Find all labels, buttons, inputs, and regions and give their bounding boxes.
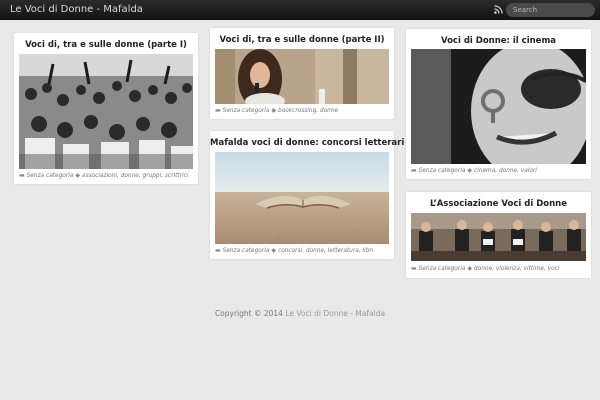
post-meta: ▬ Senza categoria ◆ cinema, donne, valor… [411, 167, 537, 174]
footer-site-link[interactable]: Le Voci di Donne - Mafalda [285, 309, 385, 318]
post-meta: ▬ Senza categoria ◆ associazioni, donne,… [19, 172, 188, 179]
tag-icon: ◆ [467, 265, 473, 272]
tag-icon: ◆ [271, 107, 277, 114]
post-card: Mafalda voci di donne: concorsi letterar… [210, 131, 404, 259]
tag-icon: ◆ [467, 167, 473, 174]
post-title[interactable]: Mafalda voci di donne: concorsi letterar… [210, 138, 404, 148]
tags-link[interactable]: concorsi, donne, letteratura, libri [278, 248, 373, 254]
post-thumbnail[interactable] [411, 213, 586, 261]
post-thumbnail[interactable] [19, 54, 193, 169]
post-card: L’Associazione Voci di Donne ▬ Senza cat… [406, 192, 591, 278]
folder-icon: ▬ [411, 265, 417, 272]
category-link[interactable]: Senza categoria [27, 173, 74, 179]
tag-icon: ◆ [75, 172, 81, 179]
category-link[interactable]: Senza categoria [419, 168, 466, 174]
rss-icon[interactable] [494, 5, 503, 14]
post-thumbnail[interactable] [215, 152, 389, 244]
post-card: Voci di Donne: il cinema ▬ Senza categor… [406, 29, 591, 179]
folder-icon: ▬ [215, 107, 221, 114]
tags-link[interactable]: associazioni, donne, gruppi, scrittrici [82, 173, 188, 179]
post-thumbnail[interactable] [411, 49, 586, 164]
folder-icon: ▬ [411, 167, 417, 174]
folder-icon: ▬ [215, 247, 221, 254]
post-meta: ▬ Senza categoria ◆ bookcrossing, donne [215, 107, 338, 114]
tag-icon: ◆ [271, 247, 277, 254]
top-bar: Le Voci di Donne - Mafalda [0, 0, 600, 20]
post-title[interactable]: Voci di Donne: il cinema [406, 36, 591, 46]
post-meta: ▬ Senza categoria ◆ donne, violenza, vit… [411, 265, 559, 272]
post-meta: ▬ Senza categoria ◆ concorsi, donne, let… [215, 247, 373, 254]
post-title[interactable]: L’Associazione Voci di Donne [406, 199, 591, 209]
copyright-text: Copyright © 2014 [214, 309, 283, 318]
footer: Copyright © 2014 Le Voci di Donne - Mafa… [0, 309, 600, 318]
post-card: Voci di, tra e sulle donne (parte I) ▬ S… [14, 33, 198, 184]
tags-link[interactable]: cinema, donne, valori [474, 168, 537, 174]
category-link[interactable]: Senza categoria [223, 108, 270, 114]
category-link[interactable]: Senza categoria [223, 248, 270, 254]
post-thumbnail[interactable] [215, 49, 389, 104]
post-title[interactable]: Voci di, tra e sulle donne (parte I) [14, 40, 198, 50]
folder-icon: ▬ [19, 172, 25, 179]
post-card: Voci di, tra e sulle donne (parte II) ▬ … [210, 28, 394, 119]
search-input[interactable] [506, 3, 595, 17]
tags-link[interactable]: bookcrossing, donne [278, 108, 338, 114]
post-title[interactable]: Voci di, tra e sulle donne (parte II) [210, 35, 394, 45]
category-link[interactable]: Senza categoria [419, 266, 466, 272]
tags-link[interactable]: donne, violenza, vittime, voci [474, 266, 559, 272]
site-title[interactable]: Le Voci di Donne - Mafalda [10, 4, 143, 15]
